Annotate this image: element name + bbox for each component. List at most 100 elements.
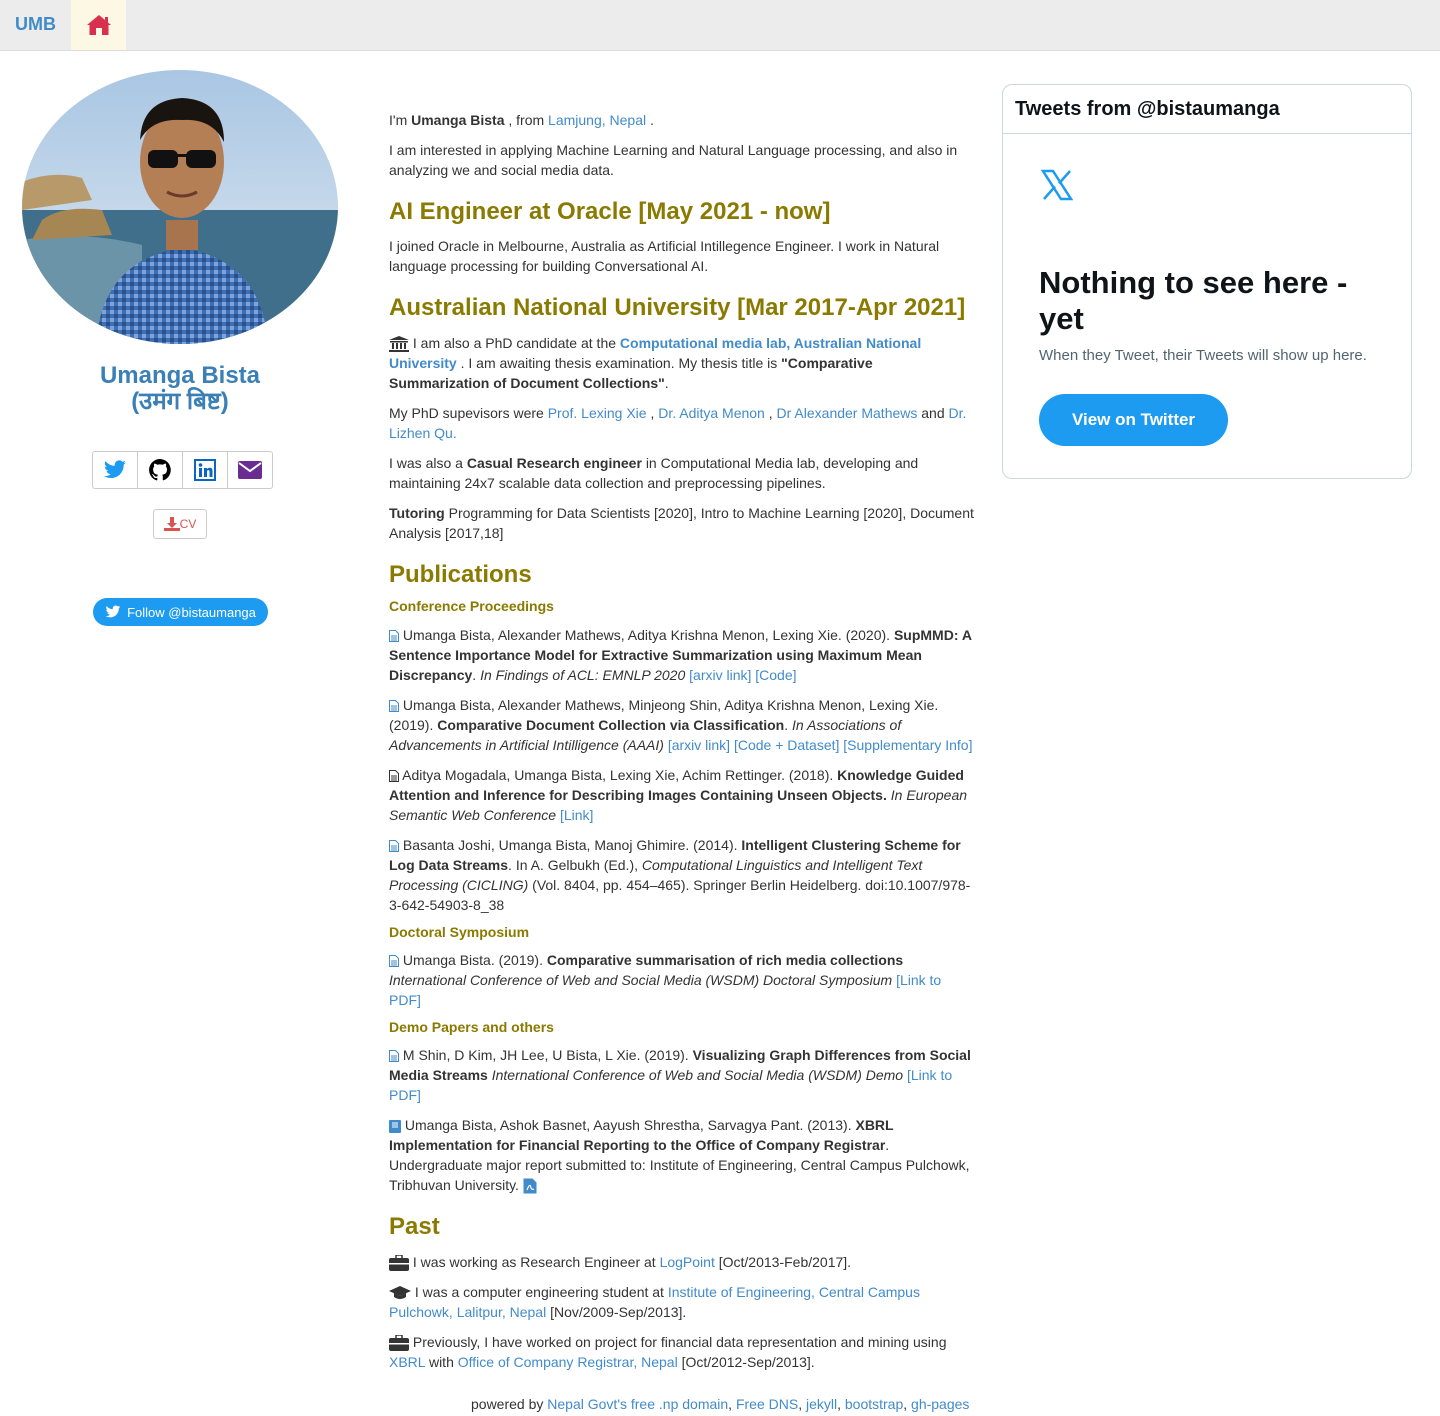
with-text: with (428, 1354, 454, 1370)
publication-item: M Shin, D Kim, JH Lee, U Bista, L Xie. (… (389, 1045, 975, 1105)
twitter-empty-title: Nothing to see here - yet (1039, 265, 1348, 336)
pub-venue: International Conference of Web and Soci… (389, 972, 893, 988)
twitter-follow-button[interactable]: Follow @bistaumanga (93, 598, 268, 626)
doctoral-heading: Doctoral Symposium (389, 924, 530, 940)
profile-photo (22, 70, 338, 344)
pub-link[interactable]: [Link] (560, 807, 593, 823)
logpoint-link[interactable]: LogPoint (660, 1254, 715, 1270)
bootstrap-link[interactable]: bootstrap (845, 1396, 903, 1412)
supervisor-link-menon[interactable]: Dr. Aditya Menon (658, 405, 765, 421)
footer-prefix: powered by (471, 1396, 544, 1412)
linkedin-icon (194, 459, 216, 481)
cv-download-button[interactable]: CV (153, 509, 207, 539)
past-text: I was a computer engineering student at (414, 1284, 664, 1300)
arxiv-link[interactable]: [arxiv link] (689, 667, 751, 683)
supplementary-link[interactable]: [Supplementary Info] (843, 737, 972, 753)
pub-authors: Umanga Bista. (2019). (402, 952, 543, 968)
pdf-download-link[interactable] (523, 1177, 537, 1194)
tutoring-paragraph: Tutoring Programming for Data Scientists… (389, 503, 975, 543)
research-engineer-paragraph: I was also a Casual Research engineer in… (389, 453, 975, 493)
pub-authors: M Shin, D Kim, JH Lee, U Bista, L Xie. (… (402, 1047, 689, 1063)
github-icon (149, 459, 171, 481)
supervisor-link-mathews[interactable]: Dr Alexander Mathews (777, 405, 918, 421)
brand-link[interactable]: UMB (15, 14, 56, 35)
pub-venue: In Findings of ACL: EMNLP 2020 (480, 667, 686, 683)
gh-pages-link[interactable]: gh-pages (911, 1396, 969, 1412)
anu-heading: Australian National University [Mar 2017… (389, 294, 966, 321)
pub-authors: Basanta Joshi, Umanga Bista, Manoj Ghimi… (402, 837, 738, 853)
supervisor-link-xie[interactable]: Prof. Lexing Xie (548, 405, 647, 421)
email-button[interactable] (228, 452, 272, 488)
twitter-widget-header[interactable]: Tweets from @bistaumanga (1003, 85, 1411, 134)
free-dns-link[interactable]: Free DNS (736, 1396, 798, 1412)
twitter-button[interactable] (93, 452, 138, 488)
jekyll-link[interactable]: jekyll (806, 1396, 837, 1412)
supervisors-text: My PhD supevisors were (389, 405, 544, 421)
pub-editor: . In A. Gelbukh (Ed.), (508, 857, 638, 873)
github-button[interactable] (138, 452, 183, 488)
tutoring-text: Programming for Data Scientists [2020], … (389, 505, 974, 541)
briefcase-icon (389, 1255, 409, 1272)
twitter-timeline-widget: Tweets from @bistaumanga Nothing to see … (1002, 84, 1412, 479)
code-link[interactable]: [Code] (755, 667, 796, 683)
twitter-empty-subtitle: When they Tweet, their Tweets will show … (1039, 347, 1367, 364)
phd-text-a: I am also a PhD candidate at the (412, 335, 617, 351)
file-text-icon (389, 700, 399, 713)
and-text: and (921, 405, 945, 421)
navbar: UMB (0, 0, 1440, 51)
hometown-link[interactable]: Lamjung, Nepal (548, 112, 646, 128)
pub-title: Comparative Document Collection via Clas… (437, 717, 785, 733)
social-links (92, 451, 273, 489)
past-dates: [Oct/2013-Feb/2017]. (718, 1254, 852, 1270)
pub-title: Comparative summarisation of rich media … (546, 952, 904, 968)
publication-item: Umanga Bista, Alexander Mathews, Aditya … (389, 627, 972, 683)
past-heading: Past (389, 1213, 440, 1240)
publication-item: Umanga Bista, Alexander Mathews, Minjeon… (389, 697, 973, 753)
publications-heading: Publications (389, 561, 532, 588)
supervisors-paragraph: My PhD supevisors were Prof. Lexing Xie … (389, 403, 975, 443)
np-domain-link[interactable]: Nepal Govt's free .np domain (547, 1396, 728, 1412)
pub-authors: Umanga Bista, Ashok Basnet, Aayush Shres… (404, 1117, 852, 1133)
file-pdf-icon (523, 1178, 537, 1194)
view-on-twitter-button[interactable]: View on Twitter (1039, 394, 1228, 446)
graduation-cap-icon (389, 1286, 411, 1300)
re-text-a: I was also a (389, 455, 463, 471)
code-dataset-link[interactable]: [Code + Dataset] (734, 737, 839, 753)
past-item: Previously, I have worked on project for… (389, 1332, 975, 1372)
sep: , (798, 1396, 803, 1412)
follow-label: Follow @bistaumanga (127, 604, 256, 620)
conference-heading: Conference Proceedings (389, 598, 554, 614)
sep: , (728, 1396, 733, 1412)
xbrl-link[interactable]: XBRL (389, 1354, 425, 1370)
ocr-link[interactable]: Office of Company Registrar, Nepal (458, 1354, 678, 1370)
linkedin-button[interactable] (183, 452, 228, 488)
demo-heading: Demo Papers and others (389, 1019, 554, 1035)
file-text-icon (389, 955, 399, 968)
publication-item: Umanga Bista. (2019). Comparative summar… (389, 950, 975, 1010)
phd-text-c: . (664, 375, 669, 391)
phd-text-b: . I am awaiting thesis examination. My t… (460, 355, 778, 371)
footer: powered by Nepal Govt's free .np domain,… (471, 1396, 969, 1412)
file-text-icon (389, 630, 399, 643)
book-icon (389, 1119, 401, 1133)
university-icon (389, 336, 409, 353)
home-icon (86, 15, 111, 35)
comma: , (650, 405, 655, 421)
interest-text: I am interested in applying Machine Lear… (389, 142, 958, 178)
intro-from: , from (508, 112, 545, 128)
profile-name-english: Umanga Bista (99, 362, 261, 389)
publication-item: Umanga Bista, Ashok Basnet, Aayush Shres… (389, 1115, 975, 1195)
profile-name: Umanga Bista (उमंग बिष्ट) (0, 363, 360, 415)
pub-authors: Aditya Mogadala, Umanga Bista, Lexing Xi… (402, 767, 834, 783)
phd-paragraph: I am also a PhD candidate at the Computa… (389, 333, 975, 393)
x-logo-icon (1041, 169, 1073, 201)
home-button[interactable] (71, 0, 126, 50)
intro-name: Umanga Bista (411, 112, 505, 128)
envelope-icon (238, 461, 262, 479)
arxiv-link[interactable]: [arxiv link] (668, 737, 730, 753)
tutoring-label: Tutoring (389, 505, 445, 521)
comma: , (768, 405, 773, 421)
past-text: Previously, I have worked on project for… (412, 1334, 947, 1350)
file-text-icon (389, 1050, 399, 1063)
past-dates: [Oct/2012-Sep/2013]. (681, 1354, 815, 1370)
